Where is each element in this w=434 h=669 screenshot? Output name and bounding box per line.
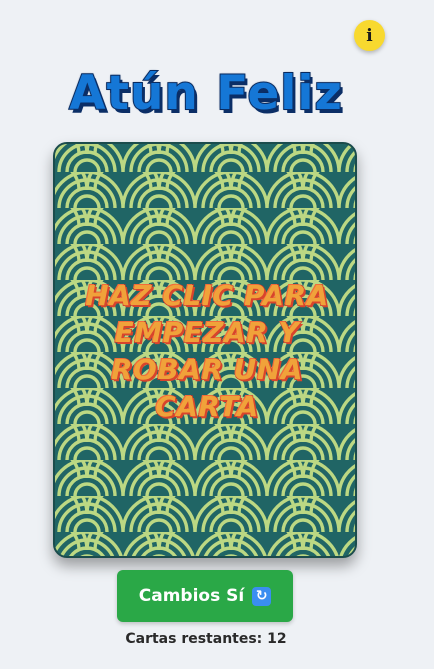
info-button[interactable]: i xyxy=(354,20,385,51)
card-deck[interactable]: Haz clic para empezar y robar una carta xyxy=(53,142,357,558)
remaining-cards: Cartas restantes: 12 xyxy=(0,631,412,647)
card-prompt: Haz clic para empezar y robar una carta xyxy=(84,278,329,424)
refresh-icon: ↻ xyxy=(252,586,272,606)
remaining-label: Cartas restantes: xyxy=(125,631,263,647)
game-title: Atún Feliz xyxy=(68,65,343,122)
swap-button-label: Cambios Sí xyxy=(138,586,245,606)
swap-button[interactable]: Cambios Sí ↻ xyxy=(117,570,293,622)
remaining-count: 12 xyxy=(267,631,287,647)
